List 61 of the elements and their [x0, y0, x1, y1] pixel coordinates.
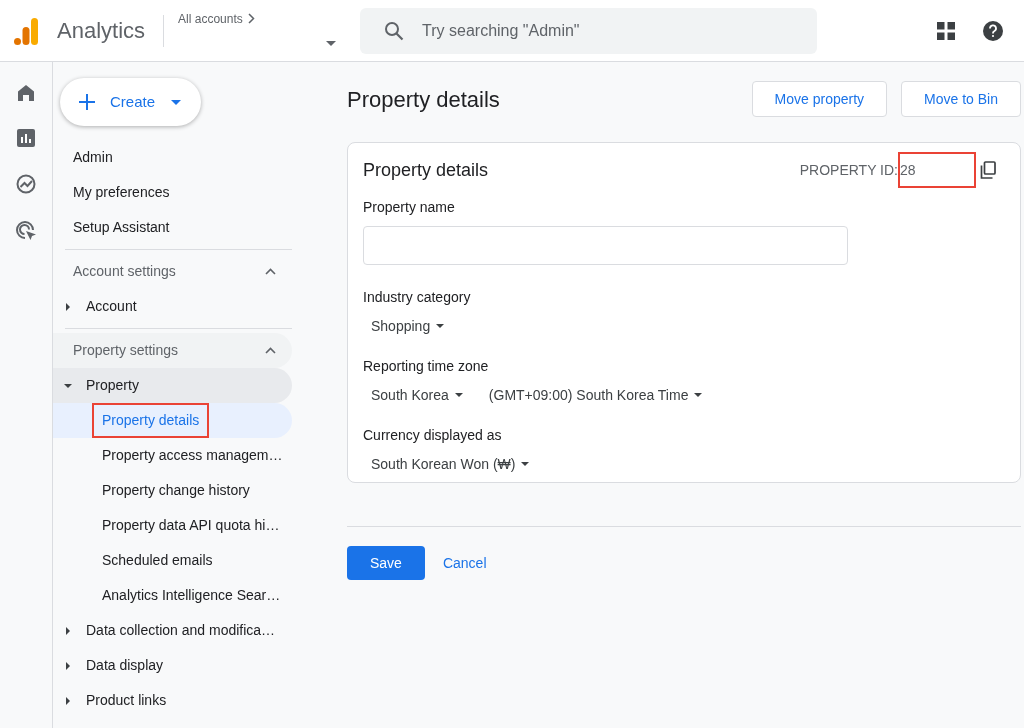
search-field[interactable]: Try searching "Admin" — [360, 7, 818, 54]
account-selector[interactable]: All accounts — [178, 5, 339, 56]
analytics-logo-icon — [14, 15, 38, 46]
field-label: Currency displayed as — [363, 426, 503, 445]
create-button[interactable]: Create — [60, 78, 201, 126]
dropdown-select[interactable]: Shopping — [363, 315, 445, 337]
nav-group[interactable]: Data collection and modifica… — [53, 613, 292, 648]
nav-item[interactable]: Property access managem… — [92, 438, 293, 473]
help-icon[interactable] — [983, 20, 1004, 41]
caret-right-icon — [64, 302, 72, 311]
card-title: Property details — [363, 158, 490, 182]
dropdown-select[interactable]: South Korea — [363, 384, 463, 406]
nav-group[interactable]: Property — [53, 368, 292, 403]
action-button[interactable]: Move to Bin — [901, 81, 1021, 117]
dropdown-caret-icon — [436, 324, 445, 328]
dropdown-caret-icon — [521, 462, 530, 466]
section-header[interactable]: Property settings — [53, 333, 292, 368]
text-input-field[interactable] — [363, 226, 848, 265]
page-title: Property details — [347, 85, 501, 114]
nav-item[interactable]: Property data API quota hi… — [92, 508, 290, 543]
chevron-up-icon — [265, 347, 276, 354]
breadcrumb-link[interactable]: All accounts — [178, 9, 243, 28]
property-id-label: PROPERTY ID: — [799, 160, 898, 180]
action-button[interactable]: Move property — [751, 81, 888, 117]
caret-right-icon — [64, 626, 72, 635]
chevron-right-icon — [246, 13, 255, 24]
app-name: Analytics — [57, 17, 146, 45]
property-id-value: 28 — [898, 152, 976, 188]
cancel-button[interactable]: Cancel — [440, 546, 489, 580]
search-icon — [384, 20, 405, 41]
dropdown-caret-icon — [326, 40, 337, 46]
nav-item[interactable]: Setup Assistant — [53, 210, 292, 245]
nav-group[interactable]: Product links — [53, 683, 292, 718]
bar-chart-icon[interactable] — [17, 129, 35, 147]
nav-item[interactable]: Admin — [53, 140, 292, 175]
home-icon[interactable] — [17, 84, 35, 102]
dropdown-caret-icon — [454, 393, 463, 397]
apps-grid-icon[interactable] — [937, 21, 956, 40]
nav-item[interactable]: Scheduled emails — [92, 543, 223, 578]
nav-item[interactable]: Analytics Intelligence Sear… — [92, 578, 291, 613]
plus-icon — [78, 93, 96, 111]
nav-group[interactable]: Account — [53, 289, 292, 324]
trend-chart-icon[interactable] — [16, 174, 36, 194]
dropdown-select[interactable]: (GMT+09:00) South Korea Time — [480, 384, 703, 406]
save-button[interactable]: Save — [347, 546, 425, 580]
section-header[interactable]: Account settings — [53, 254, 292, 289]
nav-item[interactable]: Property change history — [92, 473, 260, 508]
caret-right-icon — [64, 696, 72, 705]
caret-right-icon — [64, 661, 72, 670]
nav-group[interactable]: Data display — [53, 648, 292, 683]
nav-item[interactable]: My preferences — [53, 175, 292, 210]
dropdown-select[interactable]: South Korean Won (₩) — [363, 453, 530, 475]
field-label: Reporting time zone — [363, 357, 490, 376]
field-label: Industry category — [363, 288, 472, 307]
field-label: Property name — [363, 198, 456, 217]
target-cursor-icon[interactable] — [15, 221, 37, 242]
chevron-up-icon — [265, 268, 276, 275]
caret-down-icon — [64, 381, 72, 390]
dropdown-caret-icon — [694, 393, 703, 397]
dropdown-caret-icon — [171, 99, 182, 105]
copy-icon[interactable] — [980, 161, 996, 179]
